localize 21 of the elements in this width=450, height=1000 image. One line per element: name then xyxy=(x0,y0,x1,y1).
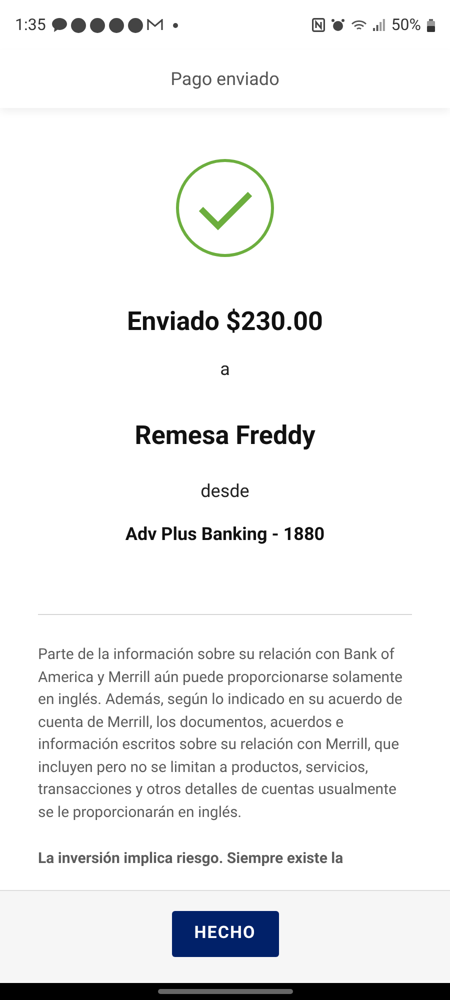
disclosure-paragraph: Parte de la información sobre su relación con Bank of America y Merrill aún puede proporcionarse solamente en inglés. Además, según lo indicado en su acuerdo de cuenta de Merrill, los documentos, acuerdos e información escritos sobre su relación con Merrill, que incluyen pero no se limitan a productos, servicios, transacciones y otros detalles de cuentas usualmente se le proporcionarán en inglés. xyxy=(38,644,404,822)
account-name: Adv Plus Banking - 1880 xyxy=(125,523,325,547)
amount-sent: Enviado $230.00 xyxy=(127,306,323,339)
recipient-name: Remesa Freddy xyxy=(134,420,316,453)
alarm-icon xyxy=(331,18,346,32)
to-label: a xyxy=(220,358,230,382)
disclosure-paragraph: La inversión implica riesgo. Siempre existe la xyxy=(38,848,344,869)
more-notifications-icon xyxy=(172,22,178,28)
mail-icon xyxy=(146,19,163,31)
signal-icon xyxy=(373,19,386,31)
home-indicator[interactable] xyxy=(158,989,292,994)
battery-level: 50% xyxy=(391,14,421,36)
check-circle-icon xyxy=(175,158,275,258)
wifi-icon xyxy=(351,18,368,32)
nfc-icon xyxy=(312,18,326,32)
battery-icon xyxy=(427,18,435,32)
from-label: desde xyxy=(200,480,250,504)
page-title: Pago enviado xyxy=(170,68,280,92)
done-button[interactable]: HECHO xyxy=(172,911,278,957)
status-time: 1:35 xyxy=(15,14,46,36)
chat-bubble-icon xyxy=(52,18,67,32)
